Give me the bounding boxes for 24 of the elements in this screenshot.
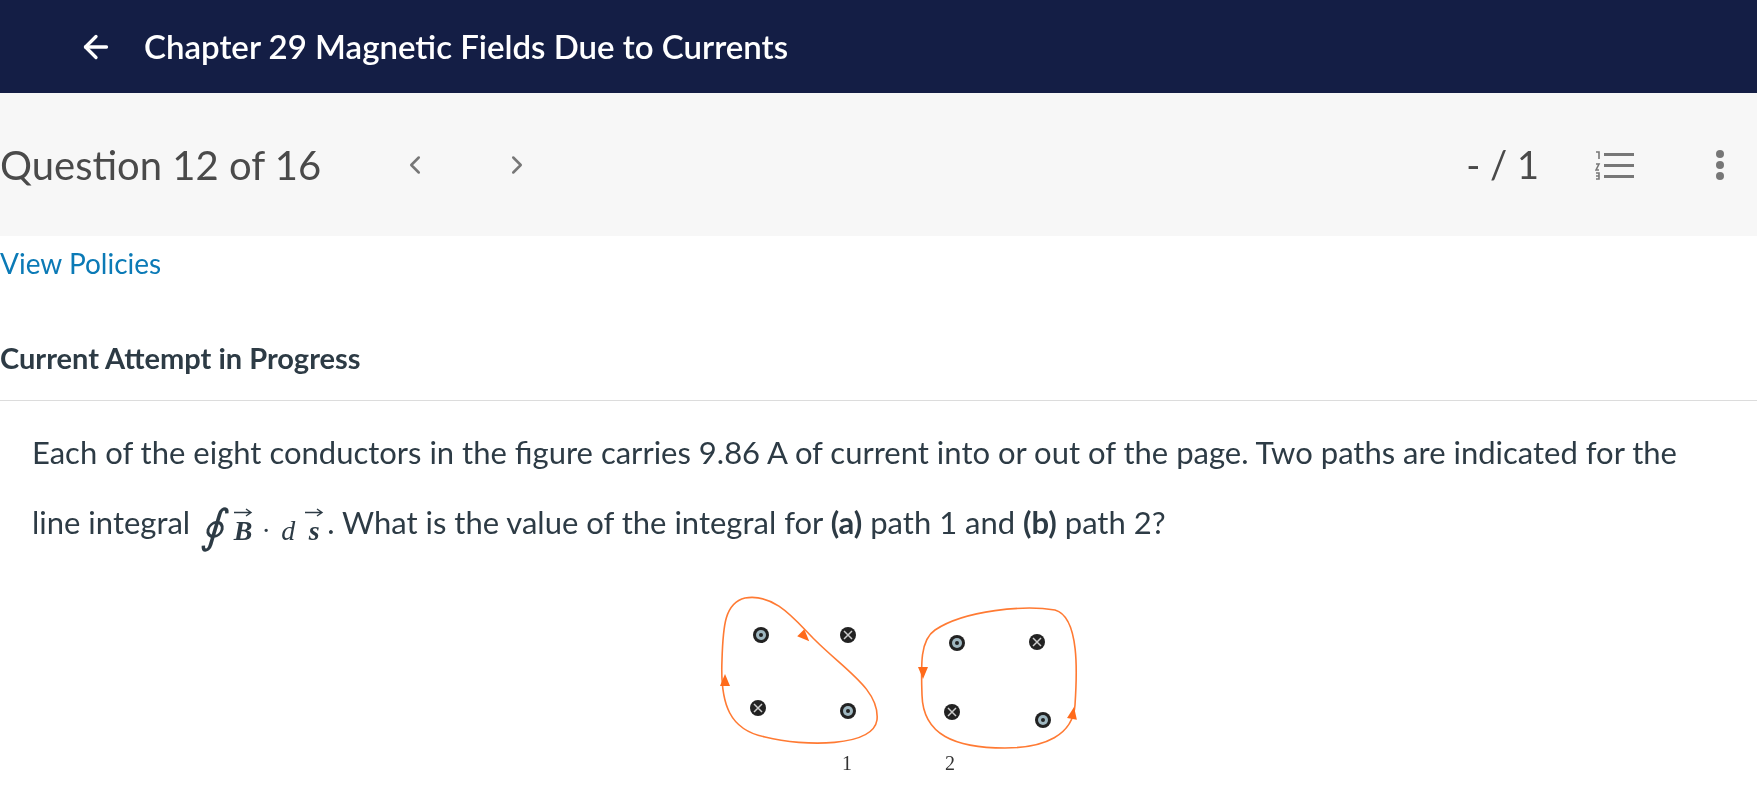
score-text: - / 1 [1466, 140, 1539, 189]
question-text: . What is the value of the integral for (a) path 1 and (b) path 2? [327, 501, 1166, 543]
path-label: 2 [945, 752, 955, 775]
path-label: 1 [842, 752, 852, 775]
attempt-heading: Current Attempt in Progress [0, 340, 361, 375]
question-counter: Question 12 of 16 [0, 139, 323, 191]
more-options-icon[interactable] [1715, 148, 1725, 181]
conductor-cross-icon [1029, 634, 1045, 651]
conductor-dot-icon [1035, 712, 1051, 729]
math-symbol: · [262, 517, 270, 546]
conductor-cross-icon [840, 627, 856, 644]
vector-symbol: B [233, 517, 253, 546]
view-policies-link[interactable]: View Policies [0, 246, 162, 280]
conductor-cross-icon [944, 704, 960, 721]
conductor-cross-icon [750, 700, 766, 717]
chapter-title: Chapter 29 Magnetic Fields Due to Currents [144, 24, 789, 68]
conductor-dot-icon [753, 627, 769, 644]
numbered-list-icon[interactable] [1595, 149, 1635, 180]
question-text: line integral [32, 501, 191, 543]
math-symbol: d [281, 517, 296, 546]
conductor-dot-icon [840, 703, 856, 720]
conductor-dot-icon [949, 635, 965, 652]
vector-symbol: s [308, 517, 320, 546]
question-text: Each of the eight conductors in the figure carries 9.86 A of current into or out of the page. Two paths are indicated for the [32, 431, 1678, 473]
